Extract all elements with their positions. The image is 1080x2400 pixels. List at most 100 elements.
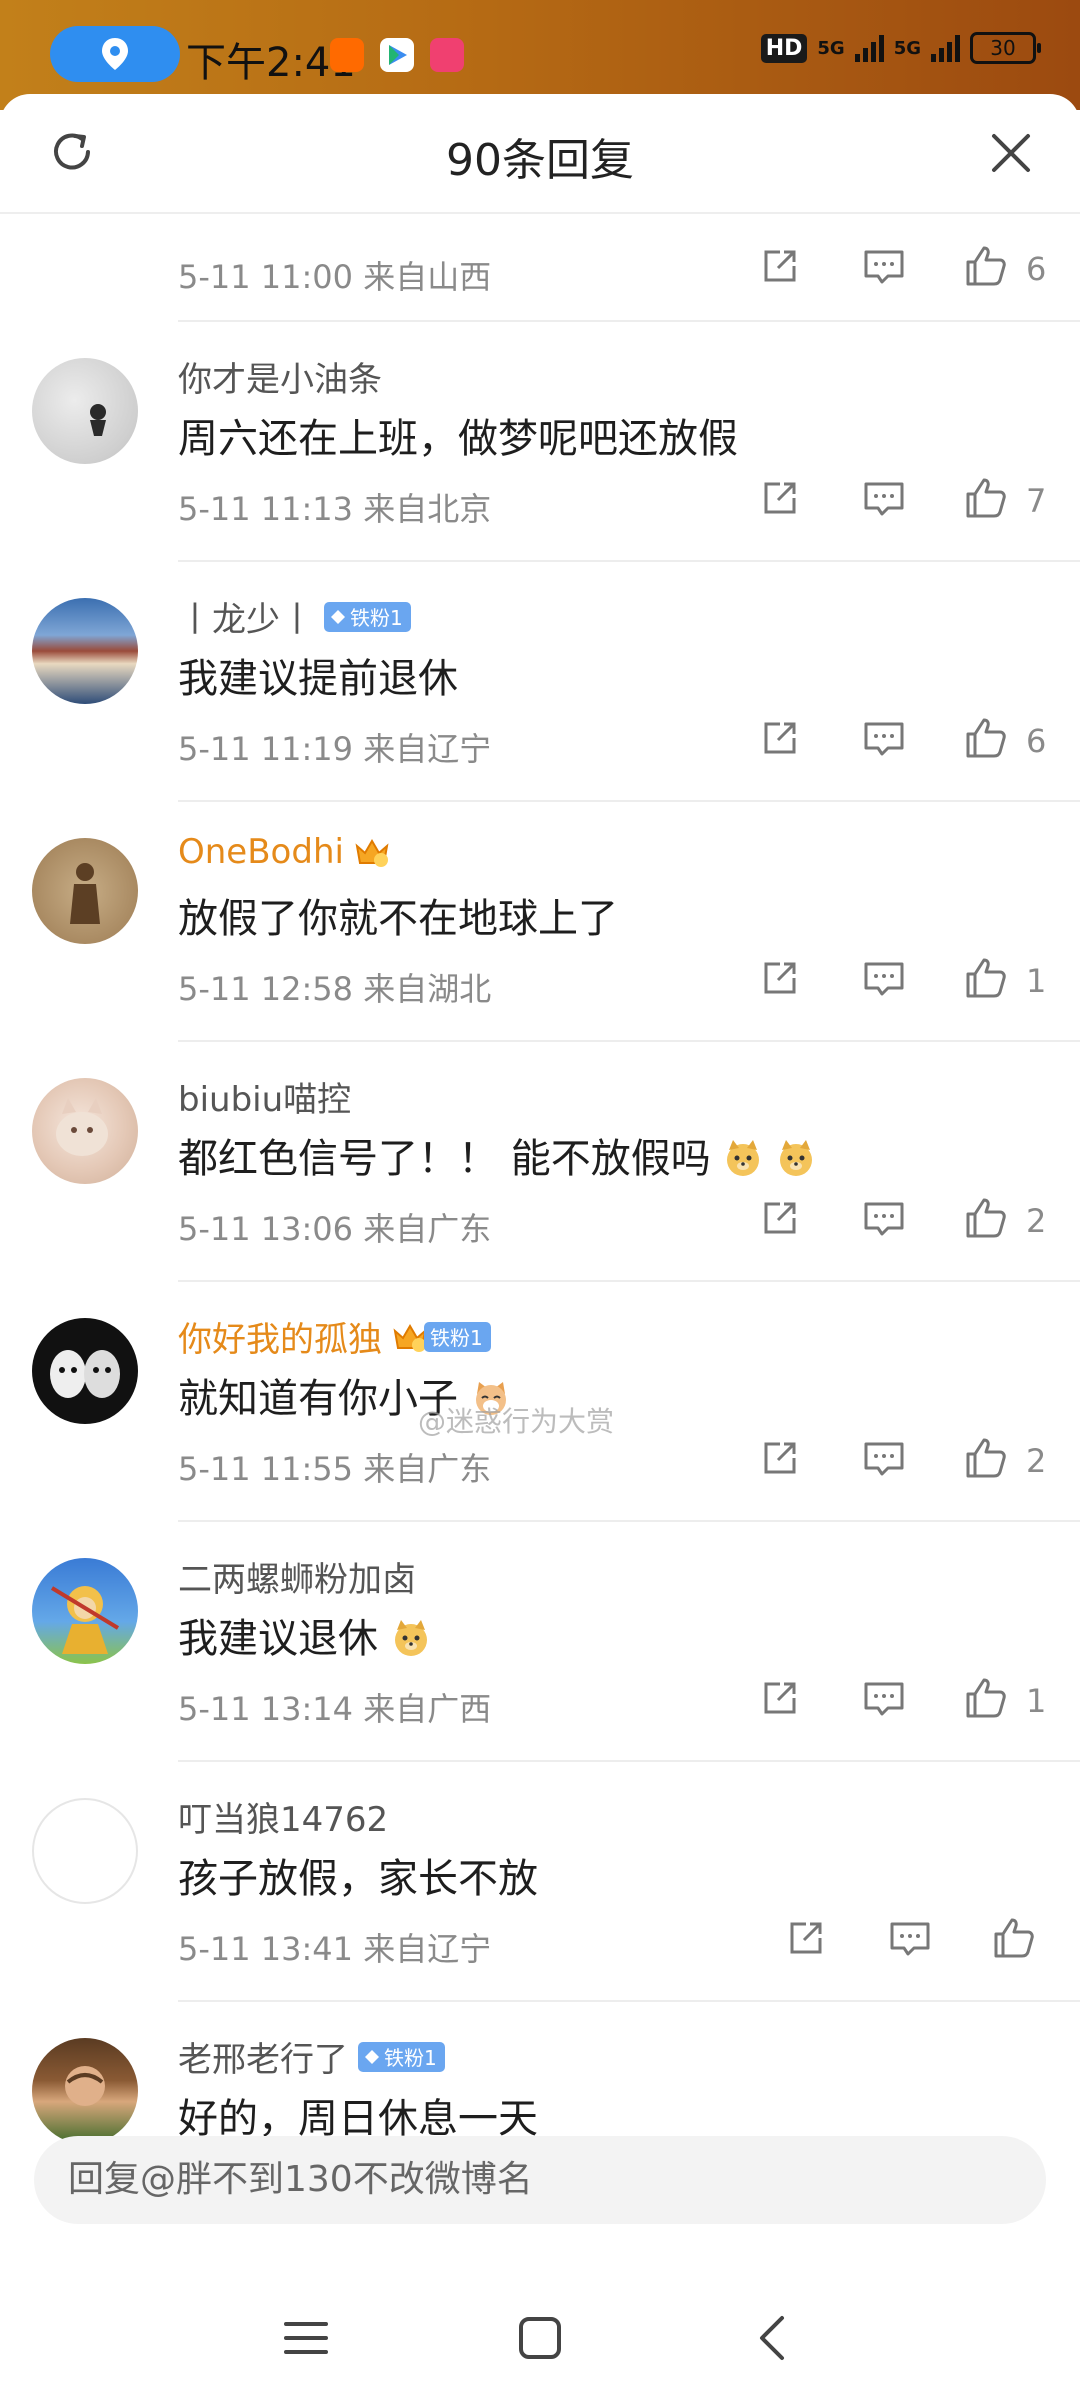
username[interactable]: biubiu喵控 (178, 1072, 351, 1121)
avatar[interactable] (32, 1078, 138, 1184)
home-icon[interactable] (510, 2308, 570, 2368)
comment-text: 孩子放假，家长不放 (178, 1856, 538, 1902)
share-icon[interactable] (756, 474, 804, 522)
username[interactable]: 二两螺蛳粉加卤 (178, 1552, 416, 1601)
status-indicators: HD 5G 5G 30 (760, 32, 1041, 64)
replies-sheet: 90条回复 5-11 11:00 来自山西 6 你才是小油条 周六还在上班，做梦… (0, 94, 1080, 2400)
username[interactable]: OneBodhi (178, 832, 344, 872)
comment-meta: 5-11 12:58 来自湖北 (178, 970, 492, 1008)
avatar[interactable] (32, 2038, 138, 2144)
comment-icon[interactable] (860, 474, 908, 522)
comment-text-body: 我建议退休 (178, 1616, 378, 1662)
comment-text: 周六还在上班，做梦呢吧还放假 (178, 416, 738, 462)
share-icon[interactable] (756, 1194, 804, 1242)
comment-text: 放假了你就不在地球上了 (178, 896, 618, 942)
like-icon[interactable] (990, 1914, 1038, 1962)
comment-icon[interactable] (860, 1194, 908, 1242)
avatar[interactable] (32, 1798, 138, 1904)
battery-icon: 30 (970, 32, 1041, 64)
avatar[interactable] (32, 1558, 138, 1664)
username-row: 丨龙少丨 铁粉1 (178, 592, 411, 641)
share-icon[interactable] (756, 1434, 804, 1482)
comment-text: 我建议退休 (178, 1606, 431, 1664)
list-item: 丨龙少丨 铁粉1 我建议提前退休 5-11 11:19 来自辽宁 6 (0, 562, 1080, 802)
vip-crown-icon (393, 1323, 427, 1352)
like-count: 6 (1026, 722, 1047, 760)
like-count: 7 (1026, 482, 1047, 520)
like-icon[interactable] (962, 474, 1010, 522)
like-icon[interactable] (962, 714, 1010, 762)
doge-emoji-icon (727, 1140, 760, 1176)
play-store-icon (380, 38, 414, 72)
like-icon[interactable] (962, 1674, 1010, 1722)
like-count: 2 (1026, 1202, 1047, 1240)
username[interactable]: 丨龙少丨 (178, 592, 314, 641)
list-item: 二两螺蛳粉加卤 我建议退休 5-11 13:14 来自广西 1 (0, 1522, 1080, 1762)
comment-icon[interactable] (860, 1434, 908, 1482)
comment-icon[interactable] (886, 1914, 934, 1962)
list-item: 你才是小油条 周六还在上班，做梦呢吧还放假 5-11 11:13 来自北京 7 (0, 322, 1080, 562)
doge-emoji-icon (780, 1140, 813, 1176)
comment-meta: 5-11 13:14 来自广西 (178, 1690, 492, 1728)
watermark: @迷惑行为大赏 (418, 1405, 615, 1438)
comment-meta: 5-11 11:13 来自北京 (178, 490, 492, 528)
comment-icon[interactable] (860, 714, 908, 762)
like-count: 2 (1026, 1442, 1047, 1480)
username[interactable]: 叮当狼14762 (178, 1792, 388, 1841)
sheet-header: 90条回复 (0, 94, 1080, 214)
list-item: OneBodhi 放假了你就不在地球上了 5-11 12:58 来自湖北 1 (0, 802, 1080, 1042)
reply-input[interactable]: 回复@胖不到130不改微博名 (34, 2136, 1046, 2224)
comment-icon[interactable] (860, 242, 908, 290)
share-icon[interactable] (756, 714, 804, 762)
location-indicator[interactable] (50, 26, 180, 82)
system-nav-bar (0, 2260, 1080, 2400)
like-count: 1 (1026, 1682, 1047, 1720)
location-icon (102, 38, 128, 70)
signal-bars-icon (854, 34, 884, 62)
username-row: OneBodhi (178, 832, 390, 872)
comment-text: 我建议提前退休 (178, 656, 458, 702)
comment-text-body: 都红色信号了！！ 能不放假吗 (178, 1136, 711, 1182)
username[interactable]: 你好我的孤独 (178, 1312, 382, 1361)
close-icon[interactable] (986, 128, 1036, 178)
fan-badge-label: 铁粉1 (384, 2046, 437, 2070)
share-icon[interactable] (756, 954, 804, 1002)
username-row: 老邢老行了 铁粉1 (178, 2032, 445, 2081)
comment-text: 都红色信号了！！ 能不放假吗 (178, 1126, 816, 1184)
username-row: 你好我的孤独 铁粉1 (178, 1312, 491, 1361)
username[interactable]: 老邢老行了 (178, 2032, 348, 2081)
like-count: 6 (1026, 250, 1047, 288)
username[interactable]: 你才是小油条 (178, 352, 382, 401)
like-icon[interactable] (962, 1194, 1010, 1242)
share-icon[interactable] (756, 242, 804, 290)
vip-crown-icon (355, 839, 389, 867)
list-item: 5-11 11:00 来自山西 6 (0, 214, 1080, 322)
fan-badge: 铁粉1 (424, 1321, 491, 1352)
comment-text-body: 就知道有你小子 (178, 1376, 458, 1422)
reply-list[interactable]: 5-11 11:00 来自山西 6 你才是小油条 周六还在上班，做梦呢吧还放假 … (0, 214, 1080, 2210)
fan-badge: 铁粉1 (358, 2041, 445, 2072)
back-icon[interactable] (744, 2308, 804, 2368)
fan-badge-label: 铁粉1 (350, 606, 403, 630)
avatar[interactable] (32, 598, 138, 704)
avatar[interactable] (32, 1318, 138, 1424)
fan-badge-label: 铁粉1 (430, 1326, 483, 1350)
fan-badge: 铁粉1 (324, 601, 411, 632)
list-item: 叮当狼14762 孩子放假，家长不放 5-11 13:41 来自辽宁 (0, 1762, 1080, 2002)
signal-label-1: 5G (817, 37, 845, 59)
diamond-icon (365, 2049, 379, 2064)
like-icon[interactable] (962, 954, 1010, 1002)
like-icon[interactable] (962, 1434, 1010, 1482)
comment-icon[interactable] (860, 954, 908, 1002)
avatar[interactable] (32, 358, 138, 464)
comment-meta: 5-11 11:55 来自广东 (178, 1450, 492, 1488)
avatar[interactable] (32, 838, 138, 944)
sheet-title: 90条回复 (446, 135, 634, 186)
list-item: biubiu喵控 都红色信号了！！ 能不放假吗 5-11 13:06 来自广东 … (0, 1042, 1080, 1282)
comment-icon[interactable] (860, 1674, 908, 1722)
menu-icon[interactable] (276, 2308, 336, 2368)
share-icon[interactable] (782, 1914, 830, 1962)
signal-label-2: 5G (893, 37, 921, 59)
share-icon[interactable] (756, 1674, 804, 1722)
like-icon[interactable] (962, 242, 1010, 290)
